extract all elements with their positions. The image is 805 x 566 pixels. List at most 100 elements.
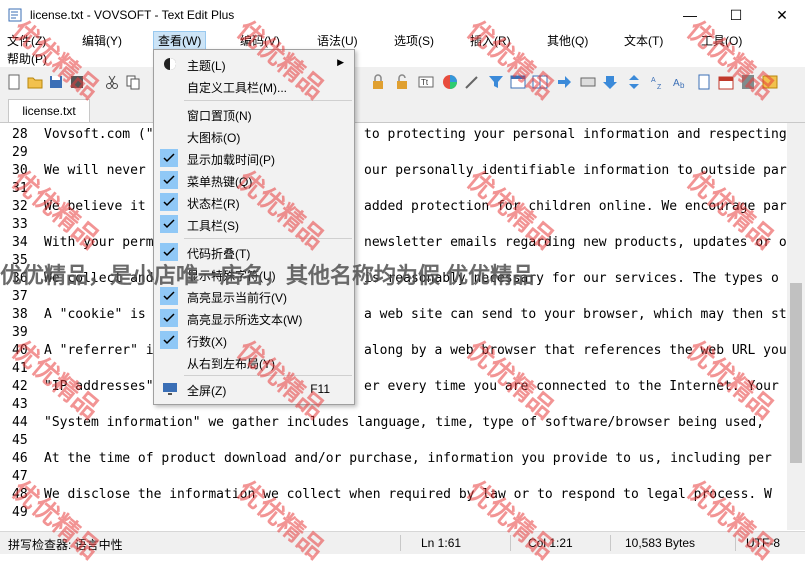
menu-item-status-bar[interactable]: 状态栏(R)	[154, 191, 354, 213]
minimize-button[interactable]: —	[667, 0, 713, 31]
calendar-icon[interactable]	[718, 74, 734, 90]
menu-item-label: 菜单热键(Q)	[187, 175, 253, 189]
code-line-tail: a web site can send to your browser, whi…	[364, 307, 787, 322]
menu-options[interactable]: 选项(S)	[390, 32, 438, 50]
menu-code[interactable]: 编码(V)	[236, 32, 284, 50]
code-line: Vovsoft.com ("	[44, 127, 154, 142]
menu-help[interactable]: 帮助(P)	[3, 50, 51, 68]
keyboard-icon[interactable]	[580, 74, 596, 90]
filter-icon[interactable]	[488, 74, 504, 90]
menu-item-label: 高亮显示所选文本(W)	[187, 313, 303, 327]
text-tool-icon[interactable]: Tt	[418, 74, 434, 90]
replace-icon[interactable]: Ab	[672, 74, 688, 90]
menu-separator	[184, 100, 352, 101]
menu-other[interactable]: 其他(Q)	[543, 32, 592, 50]
menu-item-highlight-selected-text[interactable]: 高亮显示所选文本(W)	[154, 307, 354, 329]
export-icon[interactable]	[762, 74, 778, 90]
menu-item-window-top[interactable]: 窗口置顶(N)	[154, 103, 354, 125]
title-bar: license.txt - VOVSOFT - Text Edit Plus —…	[0, 0, 805, 31]
arrow-right-icon[interactable]	[556, 74, 572, 90]
code-line-tail: our personally identifiable information …	[364, 163, 787, 178]
line-number: 32	[12, 199, 28, 214]
theme-icon	[164, 58, 176, 70]
split-view-icon[interactable]	[532, 74, 548, 90]
unlock-icon[interactable]	[394, 74, 410, 90]
status-divider	[510, 535, 511, 551]
menu-separator	[184, 238, 352, 239]
color-picker-icon[interactable]	[442, 74, 458, 90]
code-line-tail: newsletter emails regarding new products…	[364, 235, 787, 250]
view-menu-dropdown: 主题(L) ▶ 自定义工具栏(M)... 窗口置顶(N) 大图标(O) 显示加载…	[153, 49, 355, 405]
code-line: A "referrer" i	[44, 343, 154, 358]
tab-license-txt[interactable]: license.txt	[8, 99, 90, 122]
menu-item-fullscreen[interactable]: 全屏(Z) F11	[154, 378, 354, 400]
code-line: We disclose the information we collect w…	[44, 487, 772, 502]
cut-icon[interactable]	[104, 74, 120, 90]
menu-item-rtl-layout[interactable]: 从右到左布局(Y)	[154, 351, 354, 373]
line-number: 28	[12, 127, 28, 142]
menu-item-label: 大图标(O)	[187, 131, 241, 145]
scrollbar-thumb[interactable]	[790, 283, 802, 463]
save-icon[interactable]	[48, 74, 64, 90]
checkmark-icon	[160, 171, 178, 189]
app-icon	[8, 8, 22, 22]
code-line: A "cookie" is	[44, 307, 146, 322]
code-line-tail: er every time you are connected to the I…	[364, 379, 787, 394]
menu-item-show-load-time[interactable]: 显示加载时间(P)	[154, 147, 354, 169]
document-icon[interactable]	[696, 74, 712, 90]
menu-syntax[interactable]: 语法(U)	[313, 32, 362, 50]
encoding-status[interactable]: UTF-8	[746, 536, 780, 550]
line-number: 39	[12, 325, 28, 340]
spellcheck-status[interactable]: 拼写检查器: 语言中性	[8, 536, 123, 553]
menu-file[interactable]: 文件(Z)	[3, 32, 50, 50]
svg-text:A: A	[651, 77, 656, 84]
menu-edit[interactable]: 编辑(Y)	[78, 32, 126, 50]
menu-insert[interactable]: 插入(R)	[466, 32, 515, 50]
menu-item-line-numbers[interactable]: 行数(X)	[154, 329, 354, 351]
menu-item-large-icons[interactable]: 大图标(O)	[154, 125, 354, 147]
line-number: 45	[12, 433, 28, 448]
menu-text[interactable]: 文本(T)	[620, 32, 667, 50]
sort-icon[interactable]: AZ	[650, 74, 666, 90]
menu-item-menu-hotkeys[interactable]: 菜单热键(Q)	[154, 169, 354, 191]
close-button[interactable]: ✕	[759, 0, 805, 31]
line-number: 48	[12, 487, 28, 502]
line-number: 46	[12, 451, 28, 466]
menu-item-label: 窗口置顶(N)	[187, 109, 252, 123]
file-size: 10,583 Bytes	[625, 536, 696, 550]
line-number: 41	[12, 361, 28, 376]
calculator-icon[interactable]	[740, 74, 756, 90]
vertical-scrollbar[interactable]	[787, 123, 805, 530]
line-number: 44	[12, 415, 28, 430]
save-all-icon[interactable]	[69, 74, 85, 90]
window-icon[interactable]	[510, 74, 526, 90]
eyedropper-icon[interactable]	[464, 74, 480, 90]
line-number: 47	[12, 469, 28, 484]
status-divider	[735, 535, 736, 551]
menu-item-custom-toolbar[interactable]: 自定义工具栏(M)...	[154, 75, 354, 97]
menu-item-shortcut: F11	[310, 382, 330, 396]
svg-text:b: b	[680, 81, 685, 90]
text-editor[interactable]: 28 29 30 31 32 33 34 35 36 37 38 39 40 4…	[0, 123, 787, 530]
menu-item-label: 显示加载时间(P)	[187, 153, 275, 167]
new-file-icon[interactable]	[6, 74, 22, 90]
checkmark-icon	[160, 193, 178, 211]
menu-tools[interactable]: 工具(O)	[697, 32, 746, 50]
column-position: Col 1:21	[528, 536, 573, 550]
checkmark-icon	[160, 215, 178, 233]
maximize-button[interactable]: ☐	[713, 0, 759, 31]
copy-icon[interactable]	[125, 74, 141, 90]
menu-item-theme[interactable]: 主题(L) ▶	[154, 53, 354, 75]
arrow-down-icon[interactable]	[602, 74, 618, 90]
svg-text:Tt: Tt	[421, 78, 429, 87]
line-number: 38	[12, 307, 28, 322]
open-folder-icon[interactable]	[27, 74, 43, 90]
svg-text:A: A	[673, 78, 680, 89]
lock-icon[interactable]	[370, 74, 386, 90]
watermark-banner: 优优精品，是小店唯一店名，其他名称均为假 优优精品	[0, 263, 535, 288]
code-line: At the time of product download and/or p…	[44, 451, 772, 466]
menu-view[interactable]: 查看(W)	[153, 31, 207, 51]
menu-item-toolbar[interactable]: 工具栏(S)	[154, 213, 354, 235]
menu-item-label: 工具栏(S)	[187, 219, 239, 233]
arrow-updown-icon[interactable]	[626, 74, 642, 90]
